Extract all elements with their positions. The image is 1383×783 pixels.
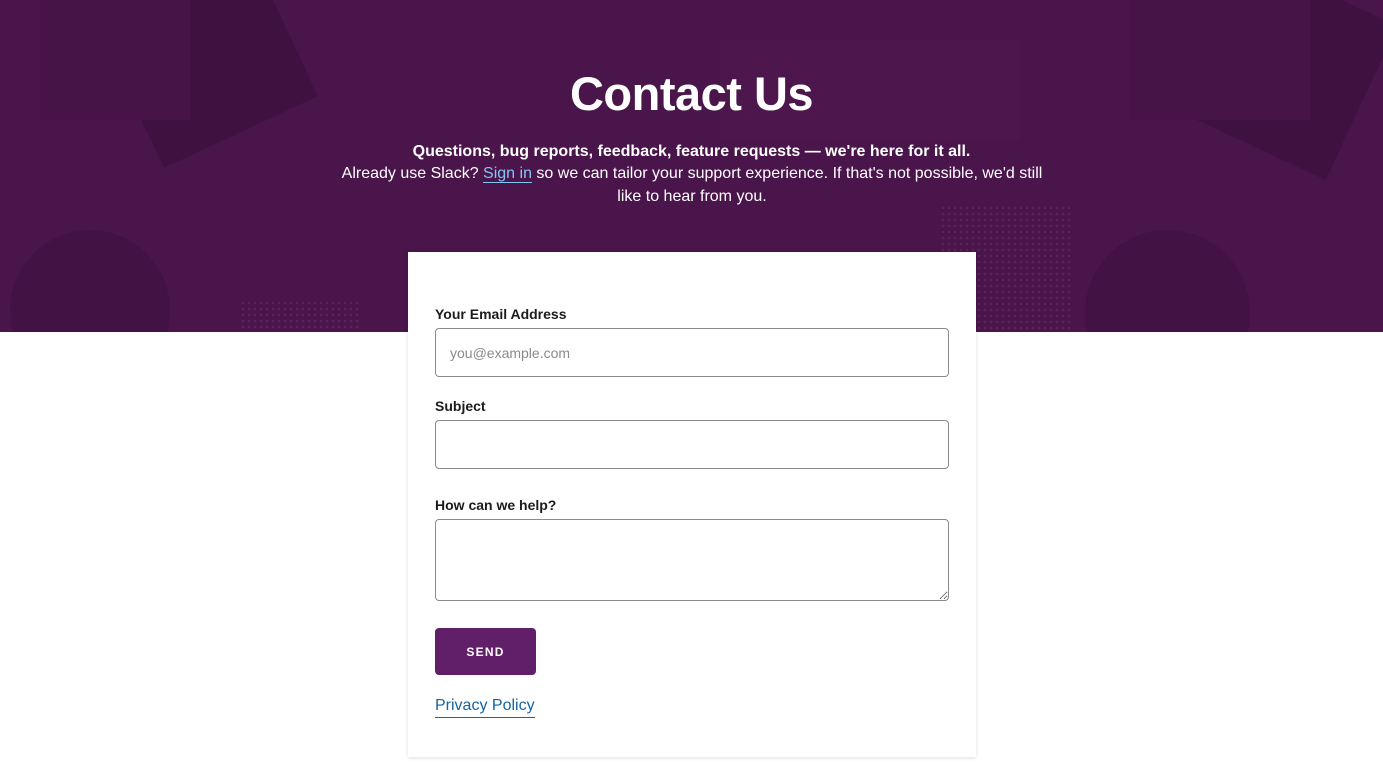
help-message-field[interactable] bbox=[435, 519, 949, 601]
decorative-shape bbox=[1085, 230, 1250, 332]
help-label: How can we help? bbox=[435, 497, 557, 513]
hero-sub-text-start: Already use Slack? bbox=[341, 165, 484, 182]
subject-label: Subject bbox=[435, 398, 486, 414]
hero-sub-text-end: so we can tailor your support experience… bbox=[531, 165, 1043, 205]
contact-form-card: Your Email Address Subject How can we he… bbox=[408, 252, 976, 757]
page-title: Contact Us bbox=[569, 67, 814, 120]
send-button[interactable]: SEND bbox=[435, 628, 536, 675]
subject-field[interactable] bbox=[435, 420, 949, 469]
contact-page: Contact Us Questions, bug reports, feedb… bbox=[0, 0, 1383, 783]
sign-in-link[interactable]: Sign in bbox=[483, 165, 532, 183]
hero-sub-text: Already use Slack? Sign in so we can tai… bbox=[330, 162, 1054, 208]
decorative-shape bbox=[10, 230, 170, 332]
email-field[interactable] bbox=[435, 328, 949, 377]
email-label: Your Email Address bbox=[435, 306, 567, 322]
hero-lead-text: Questions, bug reports, feedback, featur… bbox=[412, 143, 971, 160]
decorative-dot-pattern bbox=[240, 300, 360, 332]
privacy-policy-link[interactable]: Privacy Policy bbox=[435, 695, 535, 718]
